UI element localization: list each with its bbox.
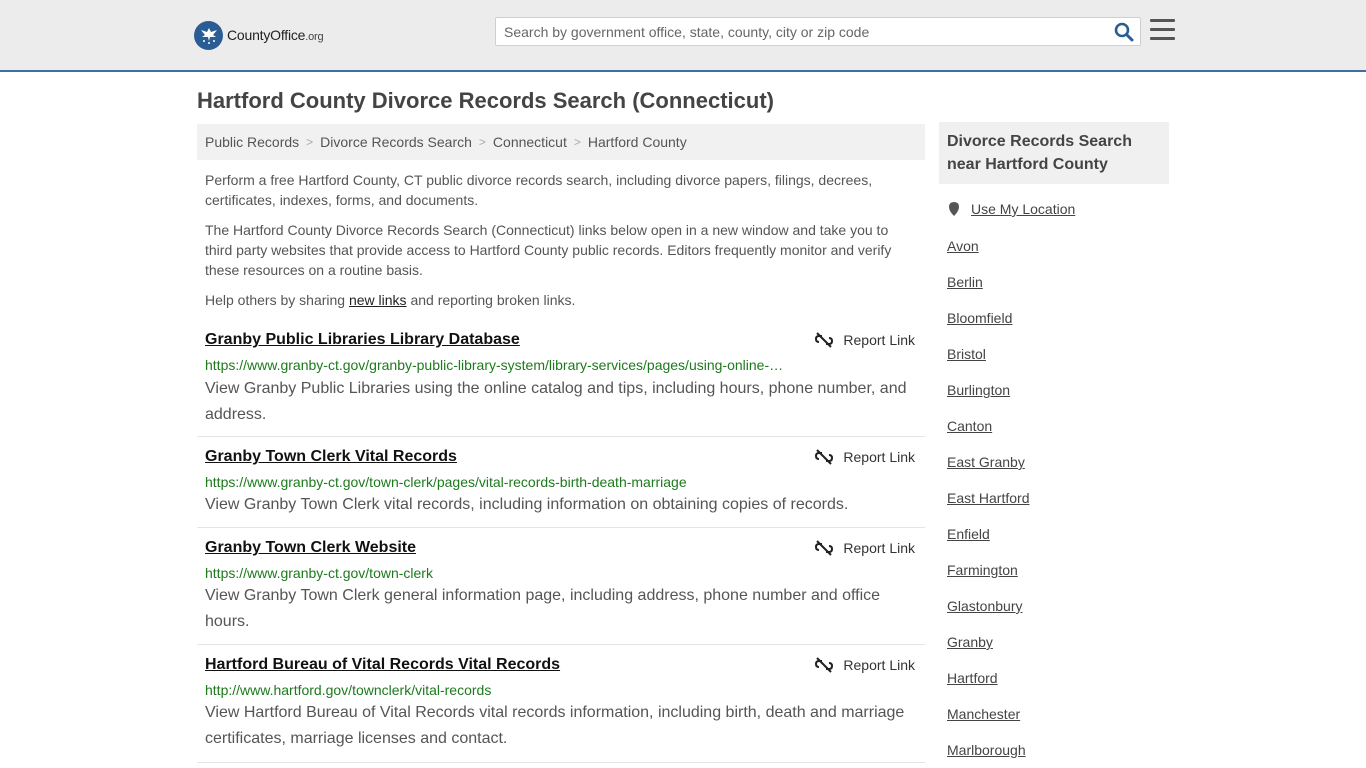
sidebar-city-hartford[interactable]: Hartford — [947, 670, 998, 686]
result-title-link[interactable]: Granby Town Clerk Website — [205, 539, 416, 557]
sidebar-city-canton[interactable]: Canton — [947, 418, 992, 434]
result-item: Hartford Bureau of Vital Records Vital R… — [197, 656, 925, 763]
share-paragraph: Help others by sharing new links and rep… — [205, 292, 576, 308]
result-url: http://www.hartford.gov/townclerk/vital-… — [205, 682, 492, 698]
report-link-button[interactable]: Report Link — [815, 656, 915, 674]
page-title: Hartford County Divorce Records Search (… — [197, 88, 774, 113]
sidebar-header: Divorce Records Search near Hartford Cou… — [939, 122, 1169, 184]
result-item: Granby Public Libraries Library Database… — [197, 331, 925, 437]
result-url: https://www.granby-ct.gov/town-clerk — [205, 565, 433, 581]
search-icon[interactable] — [1114, 22, 1134, 42]
sidebar-city-bristol[interactable]: Bristol — [947, 346, 986, 362]
report-link-button[interactable]: Report Link — [815, 331, 915, 349]
chevron-right-icon: > — [573, 135, 581, 149]
site-logo[interactable]: CountyOffice.org — [194, 20, 324, 50]
new-links-link[interactable]: new links — [349, 292, 407, 308]
sidebar-city-berlin[interactable]: Berlin — [947, 274, 983, 290]
broken-link-icon — [815, 540, 834, 556]
map-pin-icon — [949, 202, 959, 216]
breadcrumb-item-divorce-records-search[interactable]: Divorce Records Search — [320, 134, 472, 150]
chevron-right-icon: > — [478, 135, 486, 149]
result-title-link[interactable]: Granby Town Clerk Vital Records — [205, 448, 457, 466]
use-location-row: Use My Location — [947, 201, 1075, 217]
result-item: Granby Town Clerk Website Report Link ht… — [197, 539, 925, 645]
result-item: Granby Town Clerk Vital Records Report L… — [197, 448, 925, 528]
broken-link-icon — [815, 332, 834, 348]
result-description: View Hartford Bureau of Vital Records vi… — [205, 704, 905, 747]
broken-link-icon — [815, 449, 834, 465]
site-header: CountyOffice.org — [0, 0, 1366, 72]
search-box — [495, 17, 1141, 46]
sidebar-city-east-granby[interactable]: East Granby — [947, 454, 1025, 470]
sidebar-city-avon[interactable]: Avon — [947, 238, 979, 254]
result-url: https://www.granby-ct.gov/town-clerk/pag… — [205, 474, 687, 490]
broken-link-icon — [815, 657, 834, 673]
result-description: View Granby Public Libraries using the o… — [205, 380, 907, 423]
sidebar-title: Divorce Records Search near Hartford Cou… — [947, 133, 1132, 173]
use-my-location-link[interactable]: Use My Location — [971, 201, 1075, 217]
sidebar-city-enfield[interactable]: Enfield — [947, 526, 990, 542]
sidebar-city-burlington[interactable]: Burlington — [947, 382, 1010, 398]
report-link-button[interactable]: Report Link — [815, 539, 915, 557]
intro-paragraph: Perform a free Hartford County, CT publi… — [205, 172, 873, 208]
result-url: https://www.granby-ct.gov/granby-public-… — [205, 357, 784, 373]
logo-text: CountyOffice.org — [227, 27, 324, 43]
sidebar-city-glastonbury[interactable]: Glastonbury — [947, 598, 1022, 614]
breadcrumb: Public Records > Divorce Records Search … — [197, 124, 925, 160]
disclaimer-paragraph: The Hartford County Divorce Records Sear… — [205, 222, 892, 278]
sidebar-city-farmington[interactable]: Farmington — [947, 562, 1018, 578]
search-input[interactable] — [496, 18, 1106, 45]
eagle-seal-icon — [194, 20, 223, 50]
breadcrumb-item-connecticut[interactable]: Connecticut — [493, 134, 567, 150]
result-description: View Granby Town Clerk general informati… — [205, 587, 881, 630]
sidebar-city-manchester[interactable]: Manchester — [947, 706, 1020, 722]
sidebar-city-granby[interactable]: Granby — [947, 634, 993, 650]
chevron-right-icon: > — [306, 135, 314, 149]
result-description: View Granby Town Clerk vital records, in… — [205, 496, 849, 513]
result-title-link[interactable]: Hartford Bureau of Vital Records Vital R… — [205, 656, 560, 674]
breadcrumb-item-hartford-county[interactable]: Hartford County — [588, 134, 687, 150]
result-title-link[interactable]: Granby Public Libraries Library Database — [205, 331, 520, 349]
report-link-button[interactable]: Report Link — [815, 448, 915, 466]
sidebar-city-east-hartford[interactable]: East Hartford — [947, 490, 1029, 506]
breadcrumb-item-public-records[interactable]: Public Records — [205, 134, 299, 150]
sidebar-city-marlborough[interactable]: Marlborough — [947, 742, 1026, 758]
hamburger-menu-icon[interactable] — [1150, 19, 1175, 41]
sidebar-city-bloomfield[interactable]: Bloomfield — [947, 310, 1012, 326]
